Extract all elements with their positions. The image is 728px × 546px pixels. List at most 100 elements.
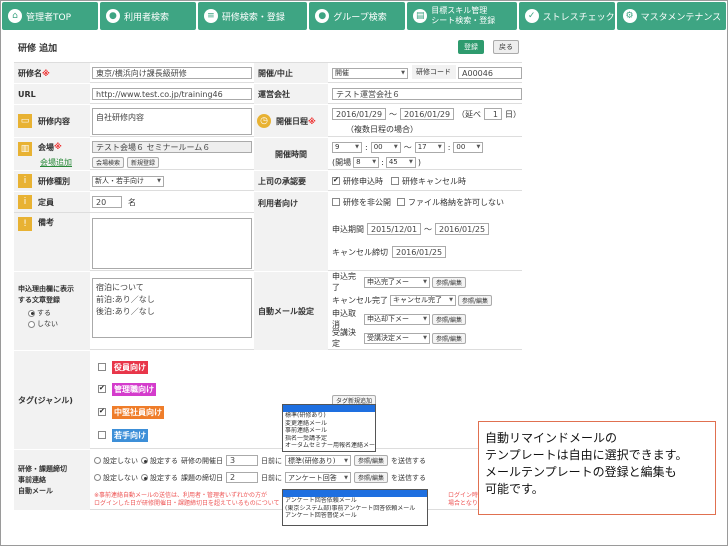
dropdown-option[interactable]: オータムセミナー用報名連絡メール xyxy=(283,442,375,450)
dropdown-option[interactable]: 事前連絡メール xyxy=(283,427,375,435)
tab-stress-check[interactable]: ✓ ストレスチェック xyxy=(518,2,615,30)
status-label: 開催/中止 xyxy=(254,63,328,83)
tab-label: グループ検索 xyxy=(333,12,387,23)
no-file-checkbox[interactable]: ファイル格納を許可しない xyxy=(397,197,504,208)
dropdown-option[interactable]: (東京システム部)事前アンケート回答依頼メール xyxy=(283,505,427,513)
template-dropdown-2[interactable]: アンケート回答依頼メール (東京システム部)事前アンケート回答依頼メール アンケ… xyxy=(282,489,428,526)
type-select[interactable]: 新人・若手向け xyxy=(92,175,164,187)
dropdown-option[interactable]: アンケート回答督促メール xyxy=(283,512,427,520)
apply-end-input[interactable]: 2016/01/25 xyxy=(435,223,489,235)
gear-icon: ⚙ xyxy=(622,9,637,23)
time-tilde: ～ xyxy=(403,142,412,152)
tag-item[interactable]: 若手向け xyxy=(98,428,148,442)
schedule-end-input[interactable]: 2016/01/29 xyxy=(400,108,454,120)
start-hour-select[interactable]: 9 xyxy=(332,141,362,153)
reason-yes-radio[interactable]: する xyxy=(18,308,51,319)
mail-cancel-select[interactable]: キャンセル完了 xyxy=(390,294,456,306)
tab-admin-top[interactable]: ⌂ 管理者TOP xyxy=(2,2,98,30)
reason-label-1: 申込理由欄に表示 xyxy=(18,285,74,293)
mail-apply-select[interactable]: 申込完了メー xyxy=(364,276,430,288)
url-input[interactable]: http://www.test.co.jp/training46 xyxy=(92,88,252,100)
extend-suffix: 日） xyxy=(505,109,521,119)
tag-item[interactable]: 役員向け xyxy=(98,360,148,374)
open-hour-select[interactable]: 8 xyxy=(353,156,380,168)
organizer-input[interactable]: テスト運営会社６ xyxy=(332,88,522,100)
remarks-textarea[interactable] xyxy=(92,218,252,269)
reminder1-days-input[interactable]: 3 xyxy=(226,455,258,466)
add-venue-link[interactable]: 会場追加 xyxy=(40,157,72,168)
reminder-note-2: ログインした日が研修開催日・課題締切日を超えているものについて xyxy=(94,500,280,507)
start-minute-select[interactable]: 00 xyxy=(370,141,401,153)
reminder2-on-radio[interactable]: 設定する xyxy=(141,473,178,483)
reminder1-template-select[interactable]: 標準(研修あり) xyxy=(285,455,351,466)
reminder1-on-radio[interactable]: 設定する xyxy=(141,456,178,466)
schedule-start-input[interactable]: 2016/01/29 xyxy=(332,108,386,120)
end-minute-select[interactable]: 00 xyxy=(453,141,484,153)
training-code-input[interactable]: A00046 xyxy=(458,67,522,79)
user-icon: ● xyxy=(105,9,120,23)
colon: : xyxy=(365,142,368,152)
content-icon: ▭ xyxy=(18,114,32,128)
tag-badge: 若手向け xyxy=(112,428,148,442)
reminder2-days-input[interactable]: 2 xyxy=(226,472,258,483)
cancel-deadline-input[interactable]: 2016/01/25 xyxy=(392,246,446,258)
new-venue-button[interactable]: 新規登録 xyxy=(127,156,160,168)
reason-textarea[interactable]: 宿泊について 前泊:あり／なし 後泊:あり／なし xyxy=(92,278,252,338)
open-suffix: ) xyxy=(417,157,421,167)
approval-apply-checkbox[interactable]: 研修申込時 xyxy=(332,176,383,187)
tab-label: 利用者検索 xyxy=(123,12,169,23)
reason-no-radio[interactable]: しない xyxy=(18,319,58,330)
organizer-label: 運営会社 xyxy=(254,84,328,104)
apply-start-input[interactable]: 2015/12/01 xyxy=(367,223,421,235)
tab-training-search[interactable]: ≡ 研修検索・登録 xyxy=(197,2,308,30)
reminder2-off-radio[interactable]: 設定しない xyxy=(94,473,138,483)
dropdown-option[interactable]: 指名一受講予定 xyxy=(283,435,375,443)
approval-cancel-checkbox[interactable]: 研修キャンセル時 xyxy=(391,176,466,187)
open-minute-select[interactable]: 45 xyxy=(385,156,416,168)
tab-group-search[interactable]: ● グループ検索 xyxy=(309,2,406,30)
venue-search-button[interactable]: 会場検索 xyxy=(92,156,125,168)
callout-line: メールテンプレートの登録と編集も xyxy=(485,465,677,479)
reminder2-template-select[interactable]: アンケート回答 xyxy=(285,472,351,483)
reminder1-off-radio[interactable]: 設定しない xyxy=(94,456,138,466)
mail-cancel-edit-button[interactable]: 参照/編集 xyxy=(458,294,493,306)
template-dropdown-1[interactable]: 標準(研修あり) 変更連絡メール 事前連絡メール 指名一受講予定 オータムセミナ… xyxy=(282,404,376,452)
back-button[interactable]: 戻る xyxy=(493,40,519,54)
callout-line: テンプレートは自由に選択できます。 xyxy=(485,448,688,462)
mail-decide-edit-button[interactable]: 参照/編集 xyxy=(432,332,467,344)
content-textarea[interactable]: 自社研修内容 xyxy=(92,108,252,135)
tab-user-search[interactable]: ● 利用者検索 xyxy=(99,2,196,30)
tab-master-maintenance[interactable]: ⚙ マスタメンテナンス xyxy=(616,2,727,30)
url-label: URL xyxy=(14,84,90,104)
mail-reject-edit-button[interactable]: 参照/編集 xyxy=(432,313,467,325)
status-select[interactable]: 開催 xyxy=(332,67,408,79)
reminder1-edit-button[interactable]: 参照/編集 xyxy=(354,455,389,466)
reminder2-edit-button[interactable]: 参照/編集 xyxy=(354,472,389,483)
dropdown-option[interactable]: 変更連絡メール xyxy=(283,420,375,428)
apply-period-label: 申込期間 xyxy=(332,224,364,234)
reason-yes-label: する xyxy=(37,309,51,317)
register-button[interactable]: 登録 xyxy=(458,40,484,54)
cancel-deadline-label: キャンセル締切 xyxy=(332,247,388,257)
training-code-label: 研修コード xyxy=(412,65,456,79)
colon: : xyxy=(447,142,451,152)
mail-decide-select[interactable]: 受講決定メー xyxy=(364,332,430,344)
tag-item[interactable]: 管理職向け xyxy=(98,382,156,396)
main-nav: ⌂ 管理者TOP ● 利用者検索 ≡ 研修検索・登録 ● グループ検索 ▤ 目標スキル管理… xyxy=(2,2,727,30)
training-name-input[interactable]: 東京/横浜向け課長級研修 xyxy=(92,67,252,79)
mail-apply-edit-button[interactable]: 参照/編集 xyxy=(432,276,467,288)
private-checkbox[interactable]: 研修を非公開 xyxy=(332,197,391,208)
reminder2-send-label: を送信する xyxy=(391,473,427,482)
extend-prefix: （延べ xyxy=(457,109,481,119)
tab-skill-sheet[interactable]: ▤ 目標スキル管理 シート検索・登録 xyxy=(407,2,517,30)
mail-reject-select[interactable]: 申込却下メー xyxy=(364,313,430,325)
tag-item[interactable]: 中堅社員向け xyxy=(98,405,164,419)
dropdown-option[interactable]: アンケート回答依頼メール xyxy=(283,497,427,505)
venue-input[interactable]: テスト会場６ セミナールーム６ xyxy=(92,141,252,153)
building-icon: ▥ xyxy=(18,142,32,156)
days-input[interactable]: 1 xyxy=(484,108,502,120)
row-remarks: 備考 ! xyxy=(14,212,254,271)
end-hour-select[interactable]: 17 xyxy=(414,141,445,153)
capacity-input[interactable]: 20 xyxy=(92,196,122,208)
dropdown-option[interactable]: 標準(研修あり) xyxy=(283,412,375,420)
